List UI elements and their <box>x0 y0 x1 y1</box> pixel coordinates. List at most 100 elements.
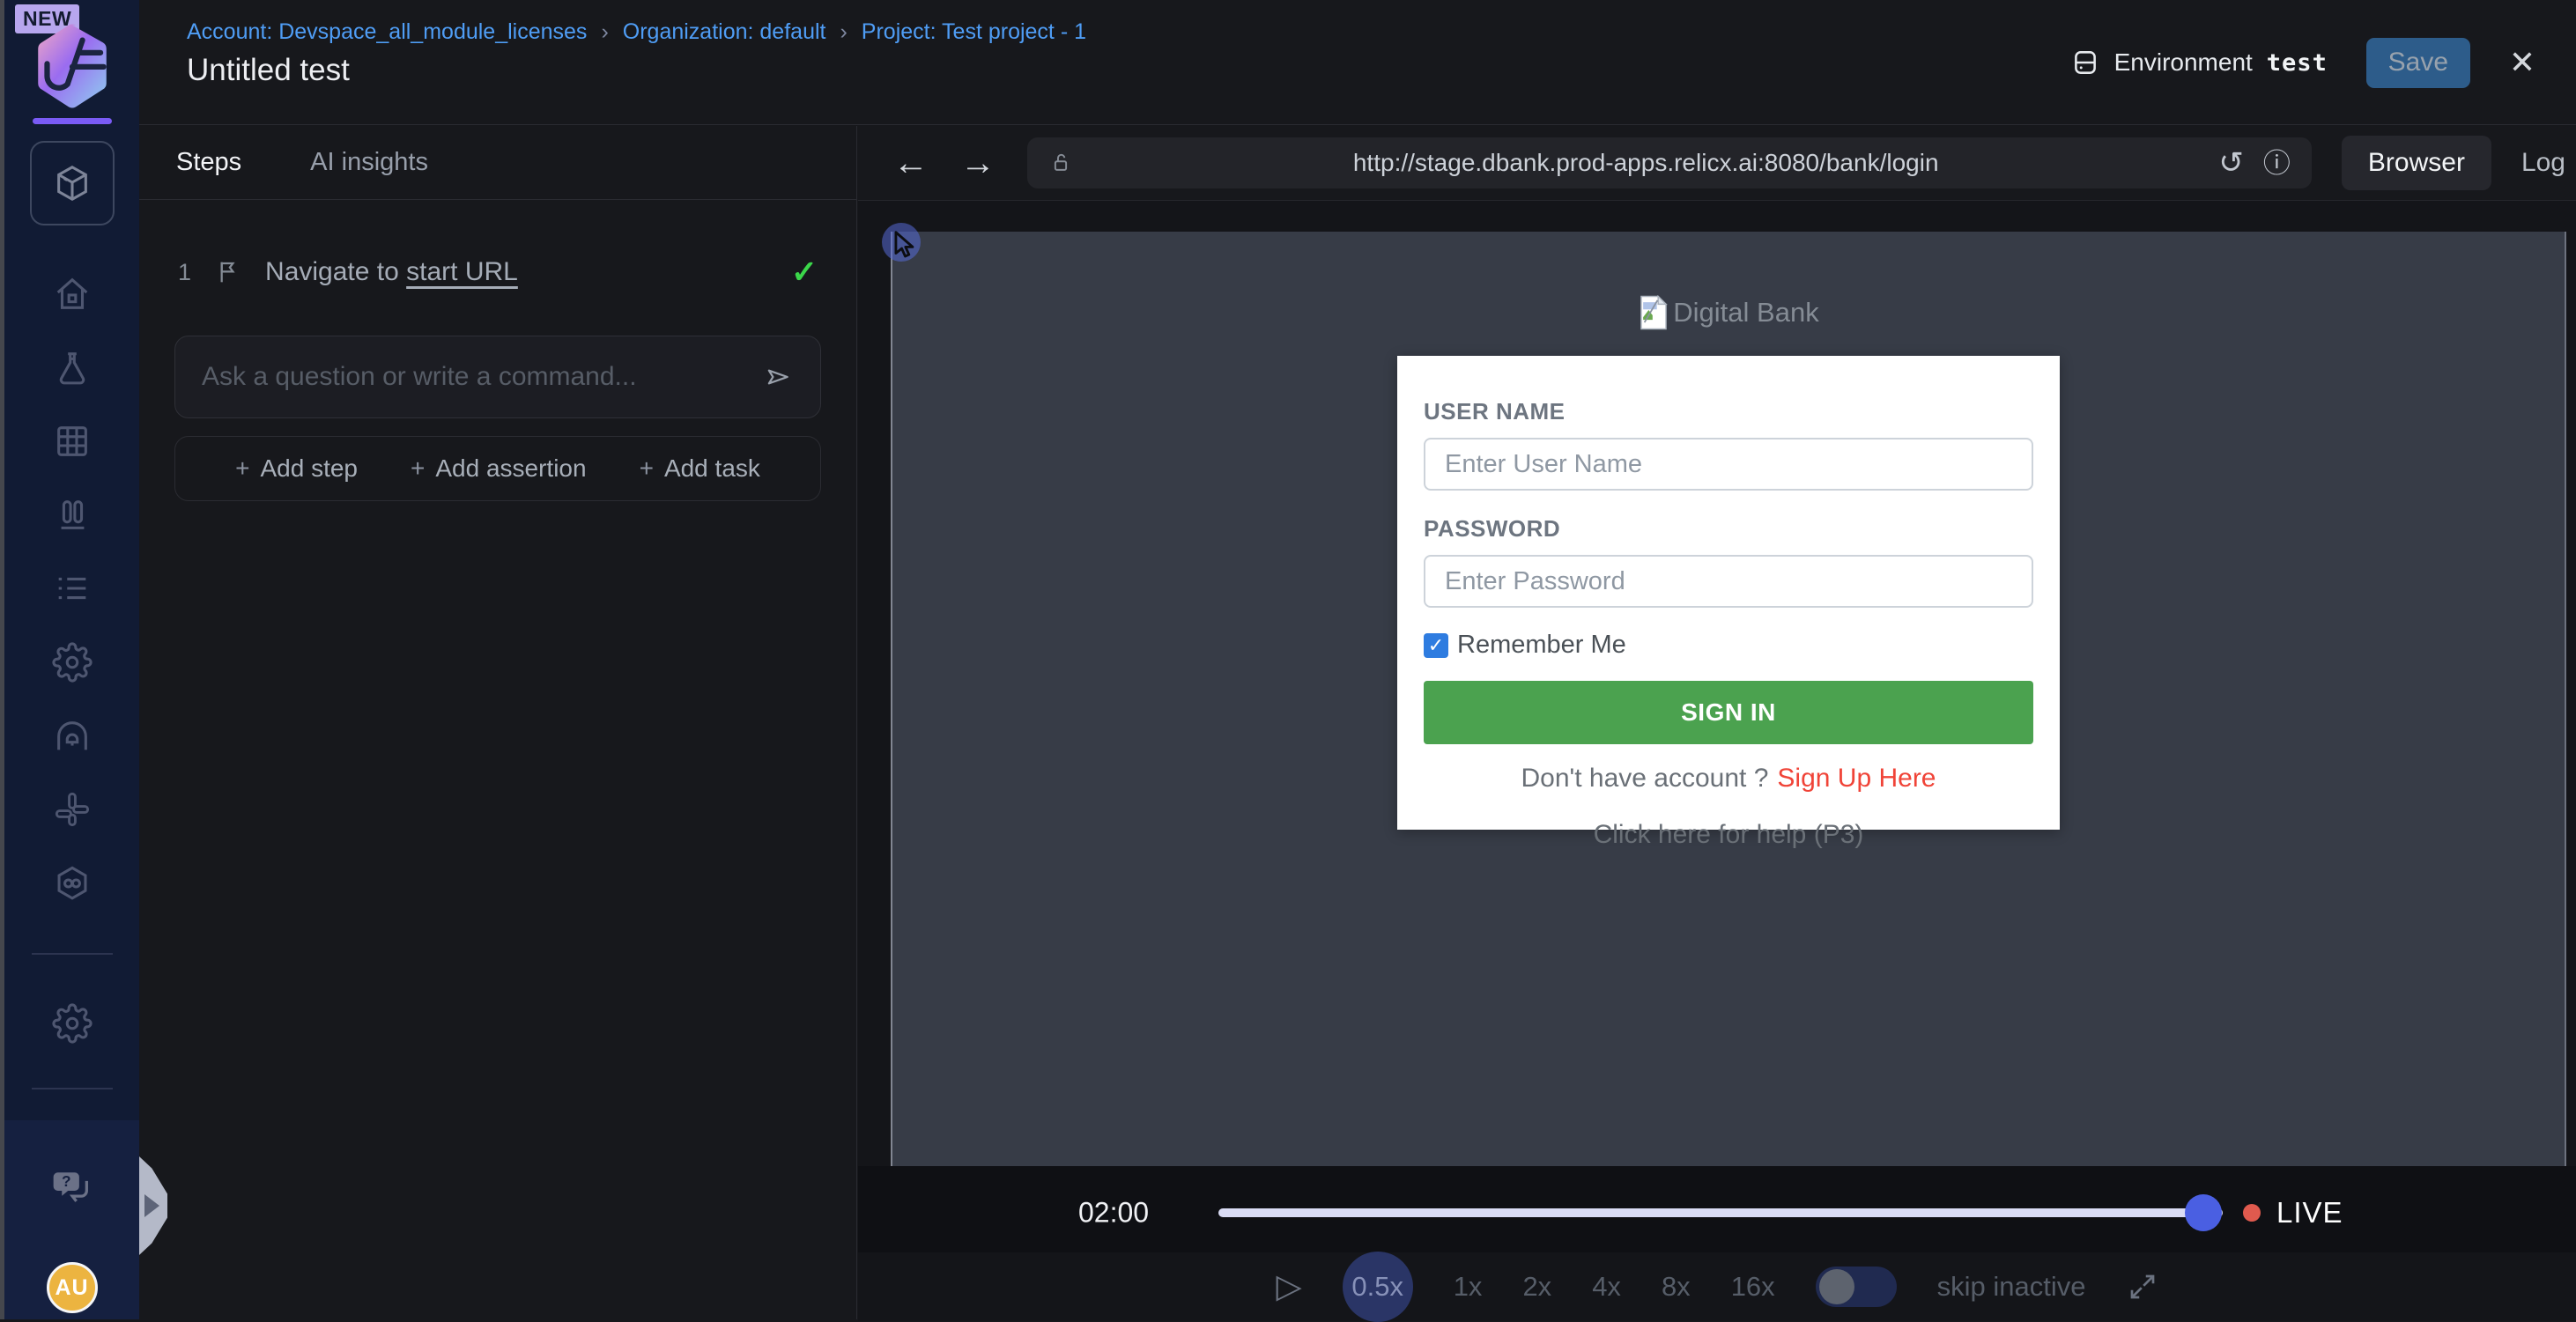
sign-in-button[interactable]: SIGN IN <box>1424 681 2033 744</box>
tab-log[interactable]: Log <box>2521 148 2565 178</box>
step-row[interactable]: 1 Navigate to start URL ✓ <box>139 246 856 299</box>
help-chat-button[interactable]: ? <box>50 1170 94 1213</box>
help-link[interactable]: Click here for help (P3) <box>1424 820 2033 850</box>
sidebar-item-home[interactable] <box>52 274 93 314</box>
sidebar-item-config[interactable] <box>52 642 93 683</box>
close-icon[interactable]: ✕ <box>2509 47 2535 78</box>
breadcrumb-project[interactable]: Project: Test project - 1 <box>862 19 1086 44</box>
page-title: Untitled test <box>187 53 350 88</box>
url-text[interactable]: http://stage.dbank.prod-apps.relicx.ai:8… <box>1073 149 2218 177</box>
tab-ai-insights[interactable]: AI insights <box>310 148 428 177</box>
environment-icon <box>2070 48 2100 78</box>
app-logo-icon <box>33 23 112 109</box>
add-task-button[interactable]: + Add task <box>640 454 760 483</box>
integrations-icon <box>52 789 93 830</box>
fullscreen-icon[interactable] <box>2127 1271 2158 1303</box>
flag-icon <box>214 258 242 286</box>
play-icon[interactable]: ▷ <box>1276 1270 1301 1304</box>
signup-prefix-text: Don't have account ? <box>1521 764 1768 793</box>
steps-tabs: Steps AI insights <box>139 126 856 200</box>
sidebar-item-grid[interactable] <box>52 421 93 462</box>
forward-icon[interactable]: → <box>960 145 996 181</box>
player-progress-thumb[interactable] <box>2185 1194 2222 1231</box>
breadcrumb: Account: Devspace_all_module_licenses › Or… <box>187 19 1086 45</box>
tab-steps[interactable]: Steps <box>176 148 241 177</box>
playback-area: 02:00 LIVE ▷ 0.5x 1x 2x 4x 8x 16x skip i… <box>858 1166 2576 1319</box>
player-row: 02:00 LIVE <box>858 1173 2576 1252</box>
speed-option-4x[interactable]: 4x <box>1592 1271 1621 1303</box>
environment-value: test <box>2267 49 2328 77</box>
breadcrumb-separator: › <box>601 19 608 44</box>
speed-option-1x[interactable]: 1x <box>1454 1271 1483 1303</box>
player-progress-track[interactable] <box>1218 1208 2223 1217</box>
logo-underline <box>33 118 112 124</box>
environment-label: Environment <box>2114 48 2253 77</box>
player-timestamp: 02:00 <box>1078 1197 1149 1230</box>
username-field[interactable] <box>1424 438 2033 491</box>
sidebar-item-links[interactable] <box>52 863 93 904</box>
sidebar-bottom: ? AU <box>4 1120 139 1319</box>
skip-inactive-toggle[interactable] <box>1816 1267 1897 1307</box>
plus-icon: + <box>411 454 425 483</box>
header-actions: Environment test Save ✕ <box>2070 0 2535 125</box>
speed-option-0-5x[interactable]: 0.5x <box>1343 1252 1413 1322</box>
signup-row: Don't have account ? Sign Up Here <box>1424 764 2033 794</box>
step-action-text: Navigate to <box>265 257 399 286</box>
sidebar-item-alerts[interactable] <box>52 716 93 757</box>
sidebar-item-settings[interactable] <box>52 1003 93 1044</box>
cursor-marker <box>882 223 928 269</box>
tab-browser[interactable]: Browser <box>2342 136 2491 190</box>
sidebar-item-lab[interactable] <box>52 348 93 388</box>
speed-option-8x[interactable]: 8x <box>1662 1271 1691 1303</box>
steps-panel: Steps AI insights 1 Navigate to start UR… <box>139 126 857 1319</box>
add-assertion-button[interactable]: + Add assertion <box>411 454 587 483</box>
sign-up-link[interactable]: Sign Up Here <box>1777 764 1936 793</box>
browser-nav-row: ← → http://stage.dbank.prod-apps.relicx.… <box>858 126 2576 201</box>
flask-icon <box>52 348 93 388</box>
sidebar-divider <box>32 1088 113 1089</box>
sidebar-item-list[interactable] <box>52 568 93 609</box>
plus-icon: + <box>640 454 654 483</box>
unlock-icon <box>1048 151 1073 175</box>
environment-selector[interactable]: Environment test <box>2070 48 2328 78</box>
playback-controls: ▷ 0.5x 1x 2x 4x 8x 16x skip inactive <box>858 1252 2576 1321</box>
user-avatar[interactable]: AU <box>47 1262 98 1313</box>
speed-option-2x[interactable]: 2x <box>1522 1271 1551 1303</box>
step-start-url-link[interactable]: start URL <box>406 257 518 286</box>
plus-icon: + <box>235 454 249 483</box>
password-label: PASSWORD <box>1424 515 2033 543</box>
back-icon[interactable]: ← <box>893 145 929 181</box>
reload-icon[interactable]: ↺ <box>2218 148 2244 178</box>
app-logo[interactable] <box>33 23 112 109</box>
chevron-right-icon <box>144 1194 159 1217</box>
sidebar-item-runs[interactable] <box>52 495 93 535</box>
send-icon[interactable] <box>762 361 794 393</box>
add-step-button[interactable]: + Add step <box>235 454 358 483</box>
remember-me-label: Remember Me <box>1457 631 1626 660</box>
username-label: USER NAME <box>1424 398 2033 425</box>
remember-me-checkbox[interactable]: ✓ <box>1424 633 1448 658</box>
breadcrumb-account[interactable]: Account: Devspace_all_module_licenses <box>187 19 587 44</box>
save-button[interactable]: Save <box>2366 38 2470 88</box>
breadcrumb-organization[interactable]: Organization: default <box>623 19 826 44</box>
skip-inactive-label: skip inactive <box>1937 1271 2086 1303</box>
gear-icon <box>52 642 93 683</box>
speed-option-16x[interactable]: 16x <box>1731 1271 1775 1303</box>
command-input[interactable] <box>202 362 762 392</box>
home-icon <box>52 274 93 314</box>
browser-viewport[interactable]: Digital Bank USER NAME PASSWORD ✓ Rememb… <box>891 232 2566 1166</box>
sidebar-divider <box>32 953 113 955</box>
cursor-icon <box>889 228 922 262</box>
app-header: Account: Devspace_all_module_licenses › Or… <box>139 0 2576 125</box>
grid-icon <box>52 421 93 462</box>
step-success-check-icon: ✓ <box>791 254 818 291</box>
url-bar[interactable]: http://stage.dbank.prod-apps.relicx.ai:8… <box>1027 137 2312 188</box>
info-icon[interactable]: ⓘ <box>2263 150 2291 177</box>
svg-text:?: ? <box>61 1172 70 1190</box>
sidebar-item-integrations[interactable] <box>52 789 93 830</box>
settings-gear-icon <box>52 1003 93 1044</box>
sidebar-item-tests[interactable] <box>30 141 115 225</box>
sidebar: NEW <box>4 0 139 1319</box>
step-actions: + Add step + Add assertion + Add task <box>174 436 821 501</box>
password-field[interactable] <box>1424 555 2033 608</box>
